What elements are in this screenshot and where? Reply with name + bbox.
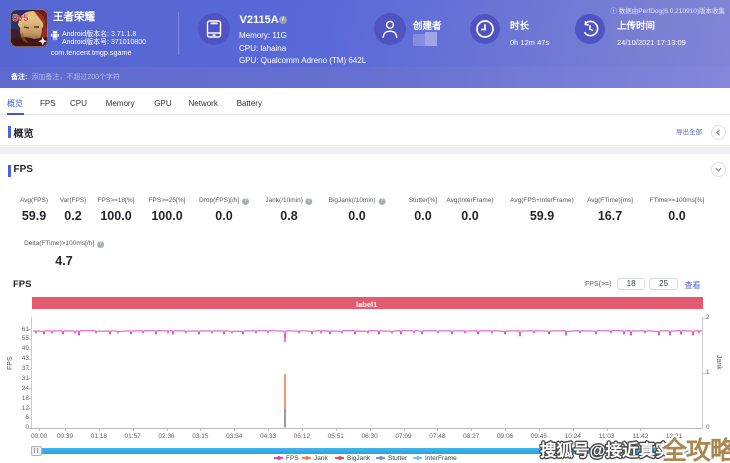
svg-text:5v5: 5v5 (13, 13, 30, 24)
